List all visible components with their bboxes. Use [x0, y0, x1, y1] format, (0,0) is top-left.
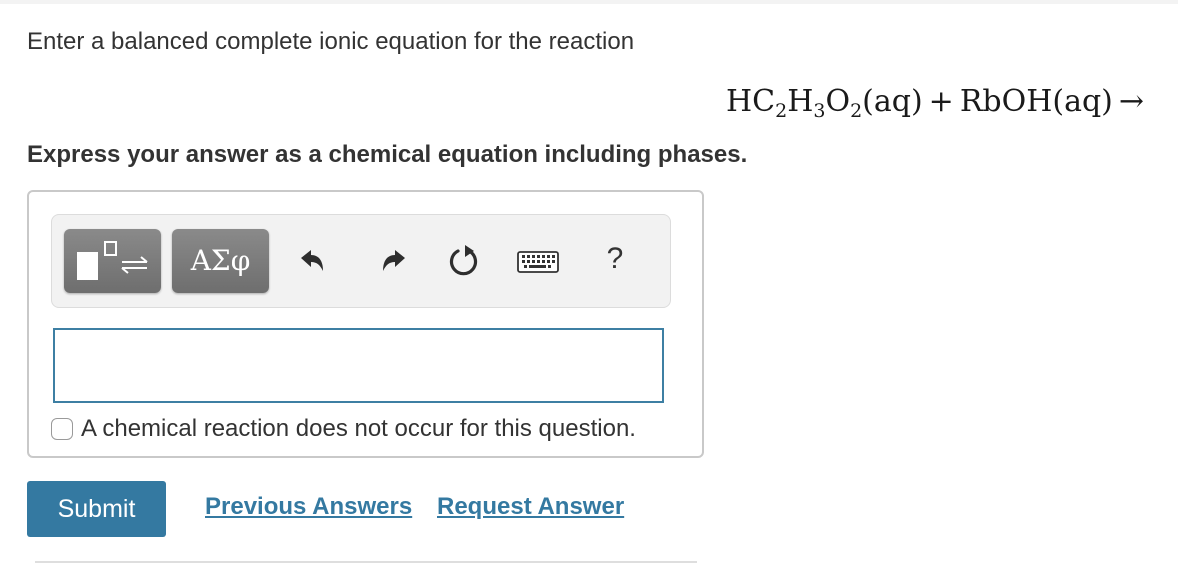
redo-button[interactable] [374, 241, 414, 281]
no-reaction-checkbox[interactable] [51, 418, 73, 440]
no-reaction-label: A chemical reaction does not occur for t… [81, 415, 636, 442]
no-reaction-option[interactable]: A chemical reaction does not occur for t… [51, 414, 636, 444]
top-divider [0, 0, 1178, 4]
equation-toolbar: ΑΣφ ? [51, 214, 671, 308]
keyboard-icon [517, 251, 559, 273]
reaction-equation: HC2H3O2(aq) + RbOH(aq) → [726, 82, 1150, 122]
reactant-2: RbOH(aq) [959, 84, 1113, 119]
templates-reaction-icon [77, 241, 148, 280]
templates-button[interactable] [64, 229, 161, 293]
undo-icon [301, 250, 323, 271]
undo-button[interactable] [292, 241, 332, 281]
reaction-arrow: → [1118, 84, 1144, 119]
plus-sign: + [928, 84, 954, 119]
answer-instruction: Express your answer as a chemical equati… [27, 141, 748, 168]
help-button[interactable]: ? [600, 239, 630, 279]
submit-button[interactable]: Submit [27, 481, 166, 537]
reset-icon [449, 245, 478, 276]
bottom-divider [35, 561, 697, 563]
reset-button[interactable] [444, 241, 484, 281]
redo-icon [383, 250, 405, 271]
previous-answers-link[interactable]: Previous Answers [205, 492, 412, 522]
request-answer-link[interactable]: Request Answer [437, 492, 624, 522]
greek-symbols-button[interactable]: ΑΣφ [172, 229, 269, 293]
answer-panel: ΑΣφ ? A chemical reaction does not occur… [27, 190, 704, 458]
keyboard-button[interactable] [516, 241, 560, 281]
question-prompt: Enter a balanced complete ionic equation… [27, 28, 635, 55]
reactant-1: HC2H3O2(aq) [725, 84, 923, 122]
answer-input[interactable] [53, 328, 664, 403]
